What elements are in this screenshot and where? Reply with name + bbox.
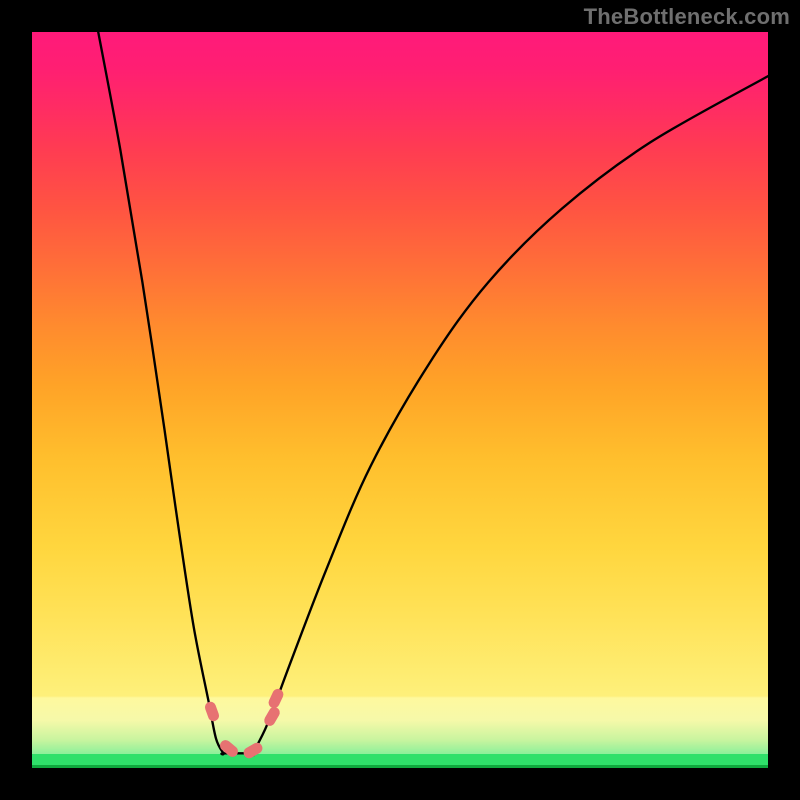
watermark-text: TheBottleneck.com <box>584 4 790 30</box>
chart-frame: TheBottleneck.com <box>0 0 800 800</box>
gradient-background <box>32 32 768 768</box>
plot-area <box>32 32 768 768</box>
